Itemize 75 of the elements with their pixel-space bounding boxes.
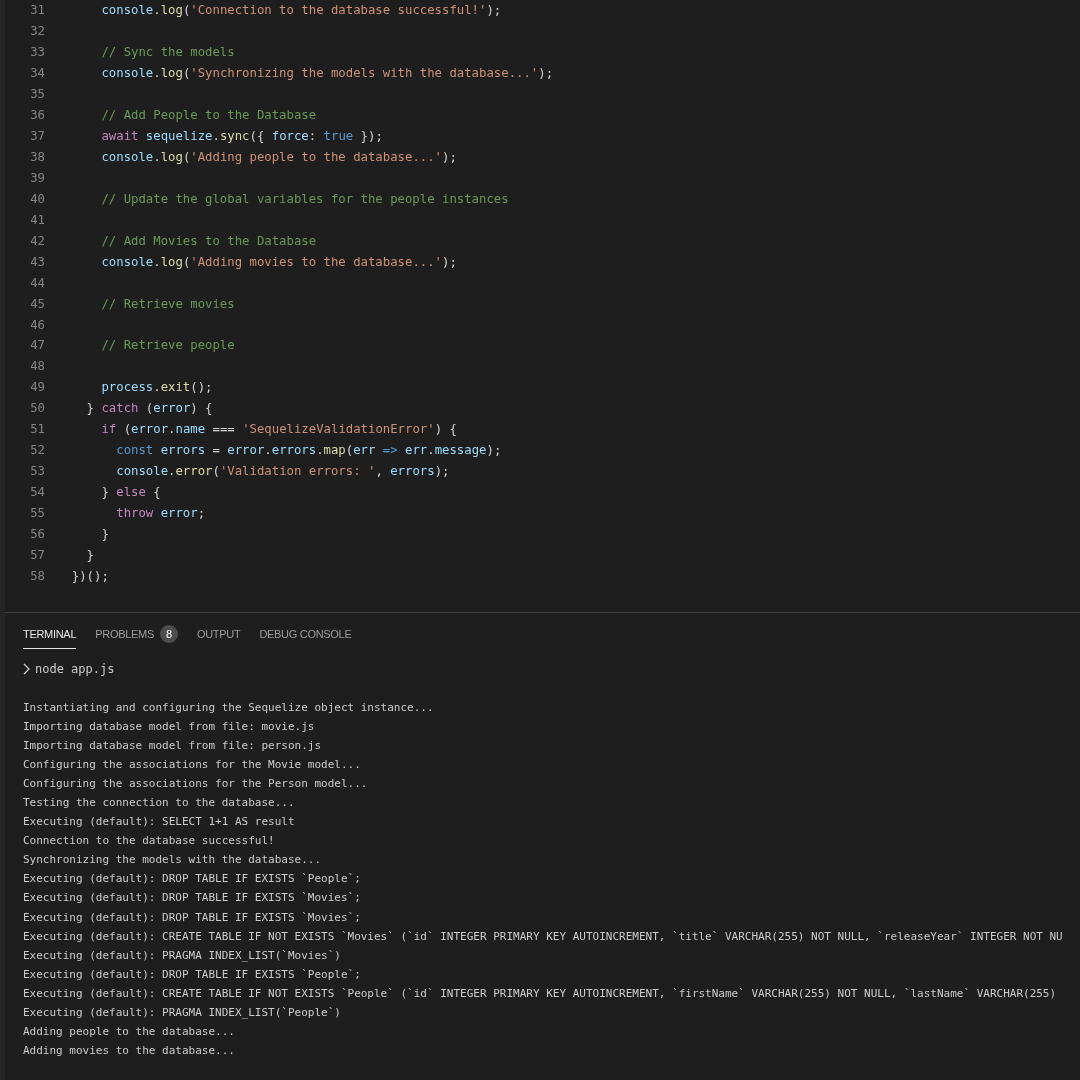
code-line: if (error.name === 'SequelizeValidationError') { [100, 422, 457, 437]
code-line: // Add People to the Database [100, 108, 317, 123]
line-number: 33 [29, 45, 45, 60]
line-number: 42 [29, 233, 45, 248]
line-number: 47 [29, 338, 45, 353]
terminal-output-line: Configuring the associations for the Person model... [23, 776, 369, 793]
line-number: 39 [29, 170, 45, 185]
code-line: console.error('Validation errors: ', errors); [115, 464, 450, 479]
code-line: throw error; [115, 505, 206, 520]
code-line: // Update the global variables for the people instances [100, 191, 509, 206]
terminal-output-line: Synchronizing the models with the database... [23, 852, 322, 869]
terminal-output-line: Executing (default): DROP TABLE IF EXISTS `Movies`; [23, 909, 362, 926]
line-number: 40 [29, 191, 45, 206]
line-number: 55 [29, 505, 45, 520]
chevron-icon [23, 663, 31, 675]
line-number: 51 [29, 422, 45, 437]
line-number: 54 [29, 485, 45, 500]
count-badge: 8 [159, 624, 178, 643]
code-line: // Retrieve movies [100, 296, 235, 311]
line-number: 34 [29, 66, 45, 81]
code-line: console.log('Adding people to the database...'); [100, 150, 457, 165]
code-line: console.log('Adding movies to the database...'); [100, 254, 457, 269]
code-line: process.exit(); [100, 380, 213, 395]
terminal-output-line: Executing (default): CREATE TABLE IF NOT EXISTS `People` (`id` INTEGER PRIMARY KEY AUTOINCREMENT, `firstName` VARCHAR(255) NOT NULL, `lastName` VARCHAR(255) [23, 985, 1058, 1002]
terminal-output-line: Importing database model from file: person.js [23, 738, 322, 755]
terminal-output-line: Configuring the associations for the Movie model... [23, 757, 362, 774]
code-line: } catch (error) { [85, 401, 213, 416]
terminal-output-line: Executing (default): PRAGMA INDEX_LIST(`People`) [23, 1004, 342, 1021]
terminal-output-line: Adding people to the database... [23, 1023, 236, 1040]
line-number: 36 [29, 108, 45, 123]
terminal-output-line: Executing (default): SELECT 1+1 AS result [23, 814, 296, 831]
line-number: 41 [29, 212, 45, 227]
terminal-output-line: Executing (default): DROP TABLE IF EXISTS `Movies`; [23, 890, 362, 907]
panel-tab[interactable]: DEBUG CONSOLE [259, 621, 352, 649]
line-number: 35 [29, 87, 45, 102]
line-number: 48 [29, 359, 45, 374]
line-number: 58 [29, 568, 45, 583]
code-line: } else { [100, 485, 161, 500]
terminal-output-line: Executing (default): CREATE TABLE IF NOT EXISTS `Movies` (`id` INTEGER PRIMARY KEY AUTOINCREMENT, `title` VARCHAR(255) NOT NULL, `releaseYear` INTEGER NOT NU [23, 928, 1064, 945]
panel-tab[interactable]: PROBLEMS 8 [95, 621, 178, 649]
terminal-command: node app.js [35, 662, 115, 676]
line-number: 43 [29, 254, 45, 269]
panel-tab[interactable]: TERMINAL [23, 621, 77, 649]
code-line: // Retrieve people [100, 338, 235, 353]
code-line: console.log('Connection to the database successful!'); [100, 3, 502, 18]
code-line: const errors = error.errors.map(err => err.message); [115, 443, 502, 458]
line-number: 44 [29, 275, 45, 290]
terminal-output-line: Executing (default): PRAGMA INDEX_LIST(`Movies`) [23, 947, 342, 964]
line-number: 53 [29, 464, 45, 479]
line-number: 52 [29, 443, 45, 458]
terminal-output-line: Executing (default): DROP TABLE IF EXISTS `People`; [23, 871, 362, 888]
code-line: console.log('Synchronizing the models with the database...'); [100, 66, 554, 81]
terminal-output-line: Connection to the database successful! [23, 833, 276, 850]
line-number: 45 [29, 296, 45, 311]
line-number: 56 [29, 526, 45, 541]
panel-tab[interactable]: OUTPUT [196, 621, 241, 649]
line-number: 31 [29, 3, 45, 18]
code-line: // Add Movies to the Database [100, 233, 317, 248]
line-number: 32 [29, 24, 45, 39]
line-number: 50 [29, 401, 45, 416]
code-line: await sequelize.sync({ force: true }); [100, 129, 383, 144]
line-number: 37 [29, 129, 45, 144]
code-line: } [85, 547, 95, 562]
terminal-output-line: Adding movies to the database... [23, 1042, 236, 1059]
code-line: // Sync the models [100, 45, 235, 60]
line-number: 38 [29, 150, 45, 165]
terminal-output-line: Instantiating and configuring the Sequelize object instance... [23, 700, 435, 716]
code-line: } [100, 526, 109, 541]
line-number: 57 [29, 547, 45, 562]
line-number: 46 [29, 317, 45, 332]
code-line: })(); [70, 568, 109, 583]
terminal-output-line: Executing (default): DROP TABLE IF EXISTS `People`; [23, 966, 362, 983]
terminal-output-line: Testing the connection to the database... [23, 795, 296, 812]
terminal-output-line: Importing database model from file: movie.js [23, 719, 316, 736]
line-number: 49 [29, 380, 45, 395]
